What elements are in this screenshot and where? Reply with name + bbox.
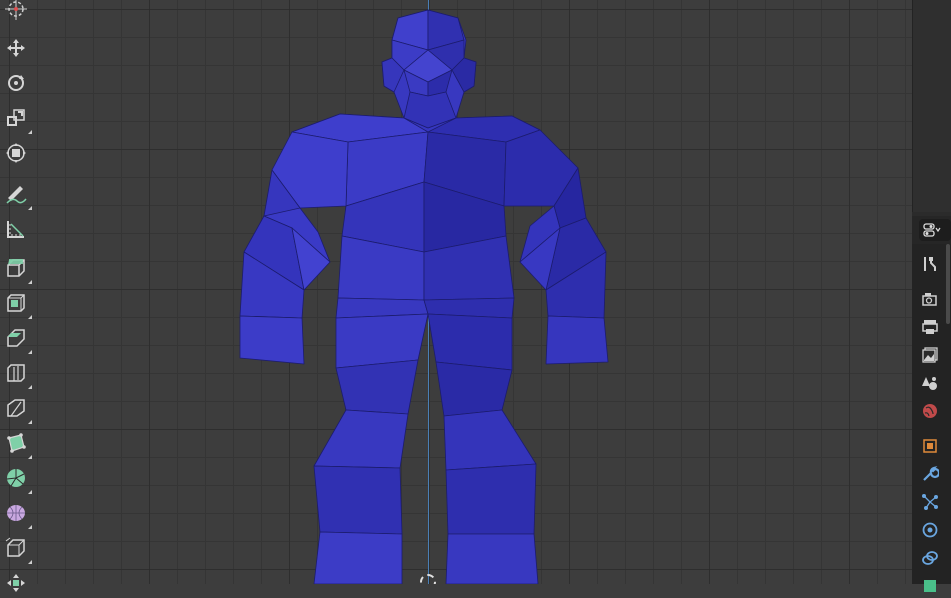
tab-output[interactable] bbox=[918, 315, 942, 339]
move-tool[interactable] bbox=[3, 35, 29, 61]
character-mesh[interactable] bbox=[0, 0, 912, 584]
rotate-tool[interactable] bbox=[3, 70, 29, 96]
extrude-icon bbox=[7, 259, 25, 277]
outliner-area[interactable] bbox=[912, 0, 951, 212]
tab-object[interactable] bbox=[918, 434, 942, 458]
constraints-icon bbox=[922, 551, 938, 565]
tab-modifiers[interactable] bbox=[918, 462, 942, 486]
scale-tool[interactable] bbox=[3, 105, 32, 134]
edge-slide-icon bbox=[5, 537, 25, 557]
inset-icon bbox=[7, 294, 25, 312]
tab-view-layer[interactable] bbox=[918, 343, 942, 367]
physics-icon bbox=[922, 522, 938, 538]
spin-icon bbox=[6, 469, 25, 487]
properties-scrollbar[interactable] bbox=[946, 244, 950, 324]
poly-build-icon bbox=[7, 433, 26, 453]
tab-physics[interactable] bbox=[918, 518, 942, 542]
bevel-icon bbox=[7, 329, 25, 347]
3d-viewport[interactable] bbox=[0, 0, 912, 584]
annotate-tool[interactable] bbox=[3, 181, 32, 210]
output-icon bbox=[922, 320, 938, 334]
data-icon bbox=[924, 580, 936, 592]
wrench-icon bbox=[923, 466, 939, 481]
right-panel bbox=[912, 0, 951, 592]
tool-icon bbox=[924, 257, 936, 271]
smooth-icon bbox=[7, 505, 25, 521]
cursor-icon bbox=[5, 0, 27, 20]
extrude-region-tool[interactable] bbox=[3, 255, 32, 284]
knife-icon bbox=[7, 399, 25, 417]
edge-slide-tool[interactable] bbox=[3, 535, 32, 564]
render-icon bbox=[922, 293, 937, 306]
shrink-fatten-tool[interactable] bbox=[3, 570, 29, 596]
tab-world[interactable] bbox=[918, 399, 942, 423]
rotate-icon bbox=[8, 75, 24, 91]
tab-tool[interactable] bbox=[918, 252, 942, 276]
tab-data[interactable] bbox=[918, 574, 942, 598]
tool-shelf bbox=[0, 0, 34, 592]
bevel-tool[interactable] bbox=[3, 325, 32, 354]
tab-scene[interactable] bbox=[918, 371, 942, 395]
properties-editor-icon bbox=[923, 223, 941, 237]
inset-faces-tool[interactable] bbox=[3, 290, 32, 319]
shrink-fatten-icon bbox=[7, 574, 25, 592]
tab-render[interactable] bbox=[918, 287, 942, 311]
measure-icon bbox=[7, 221, 24, 238]
transform-icon bbox=[6, 143, 26, 163]
tab-particles[interactable] bbox=[918, 490, 942, 514]
editor-type-dropdown[interactable] bbox=[919, 219, 951, 241]
smooth-tool[interactable] bbox=[3, 500, 32, 529]
3d-cursor-icon[interactable] bbox=[420, 574, 436, 584]
measure-tool[interactable] bbox=[3, 216, 29, 242]
knife-tool[interactable] bbox=[3, 395, 32, 424]
world-icon bbox=[923, 404, 937, 418]
view-layer-icon bbox=[922, 347, 938, 363]
particles-icon bbox=[922, 494, 938, 510]
cursor-tool[interactable] bbox=[3, 0, 29, 22]
scene-icon bbox=[922, 377, 937, 390]
transform-tool[interactable] bbox=[3, 140, 29, 166]
object-icon bbox=[923, 439, 937, 453]
annotate-icon bbox=[6, 186, 27, 204]
move-icon bbox=[7, 39, 25, 57]
spin-tool[interactable] bbox=[3, 465, 32, 494]
tab-constraints[interactable] bbox=[918, 546, 942, 570]
loop-cut-tool[interactable] bbox=[3, 360, 32, 389]
loop-cut-icon bbox=[7, 364, 25, 382]
poly-build-tool[interactable] bbox=[3, 430, 32, 459]
scale-icon bbox=[7, 109, 25, 126]
